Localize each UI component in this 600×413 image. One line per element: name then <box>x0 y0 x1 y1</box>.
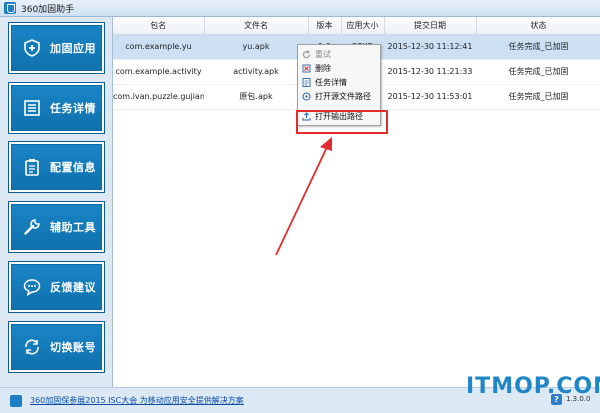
task-list-icon <box>24 100 40 116</box>
menu-item-retry[interactable]: 重试 <box>298 47 380 61</box>
cell-file: yu.apk <box>204 34 308 60</box>
open-source-icon <box>302 91 311 101</box>
annotation-arrow-icon <box>275 137 332 256</box>
highlight-box <box>296 110 388 134</box>
column-header-package[interactable]: 包名 <box>113 17 205 35</box>
window-title: 360加固助手 <box>21 4 75 15</box>
news-link[interactable]: 360加固保参展2015 ISC大会 为移动应用安全提供解决方案 <box>30 395 244 406</box>
detail-icon <box>302 77 311 87</box>
sidebar-item-label: 加固应用 <box>50 42 96 55</box>
column-header-size[interactable]: 应用大小 <box>341 17 385 35</box>
column-header-date[interactable]: 提交日期 <box>384 17 477 35</box>
sidebar-item-task-details[interactable]: 任务详情 <box>8 82 105 134</box>
wrench-icon <box>24 219 40 235</box>
sidebar-item-label: 切换账号 <box>50 341 96 354</box>
column-header-file[interactable]: 文件名 <box>204 17 309 35</box>
menu-item-label: 删除 <box>315 63 331 73</box>
menu-item-task-details[interactable]: 任务详情 <box>298 75 380 89</box>
sidebar-item-label: 任务详情 <box>50 102 96 115</box>
watermark: ITMOP.COM <box>466 374 600 399</box>
sidebar: 加固应用 任务详情 配置信息 辅助工具 反馈建议 切换账号 <box>0 17 112 387</box>
sidebar-item-label: 反馈建议 <box>50 281 96 294</box>
menu-item-delete[interactable]: 删除 <box>298 61 380 75</box>
menu-item-label: 任务详情 <box>315 77 347 87</box>
cell-status: 任务完成_已加固 <box>476 59 600 85</box>
sidebar-item-aux-tools[interactable]: 辅助工具 <box>8 201 105 253</box>
title-bar: 360加固助手 <box>0 0 600 17</box>
cell-package: com.example.yu <box>113 34 204 60</box>
cell-package: com.ivan.puzzle.gujianq... <box>113 84 204 110</box>
sidebar-item-feedback[interactable]: 反馈建议 <box>8 261 105 313</box>
cell-date: 2015-12-30 11:12:41 <box>384 34 476 60</box>
clipboard-icon <box>25 159 39 176</box>
cell-date: 2015-12-30 11:53:01 <box>384 84 476 110</box>
cell-package: com.example.activity <box>113 59 204 85</box>
sidebar-item-reinforce-app[interactable]: 加固应用 <box>8 22 105 74</box>
sidebar-item-switch-account[interactable]: 切换账号 <box>8 321 105 373</box>
cell-file: 原包.apk <box>204 84 308 110</box>
retry-icon <box>302 49 311 58</box>
shield-plus-icon <box>24 39 40 57</box>
column-header-status[interactable]: 状态 <box>476 17 600 35</box>
cell-status: 任务完成_已加固 <box>476 84 600 110</box>
chat-bubble-icon <box>23 279 41 296</box>
cell-date: 2015-12-30 11:21:33 <box>384 59 476 85</box>
menu-item-label: 重试 <box>315 49 331 59</box>
cell-status: 任务完成_已加固 <box>476 34 600 60</box>
app-shield-icon <box>4 2 16 14</box>
sidebar-item-label: 配置信息 <box>50 161 96 174</box>
menu-item-open-source-path[interactable]: 打开源文件路径 <box>298 89 380 103</box>
cell-file: activity.apk <box>204 59 308 85</box>
column-header-version[interactable]: 版本 <box>308 17 342 35</box>
delete-icon <box>302 64 311 72</box>
table-header-row: 包名 文件名 版本 应用大小 提交日期 状态 <box>113 17 600 35</box>
switch-account-icon <box>25 339 39 355</box>
sidebar-item-label: 辅助工具 <box>50 221 96 234</box>
news-icon <box>10 394 22 407</box>
sidebar-item-config-info[interactable]: 配置信息 <box>8 141 105 193</box>
menu-item-label: 打开源文件路径 <box>315 91 371 101</box>
